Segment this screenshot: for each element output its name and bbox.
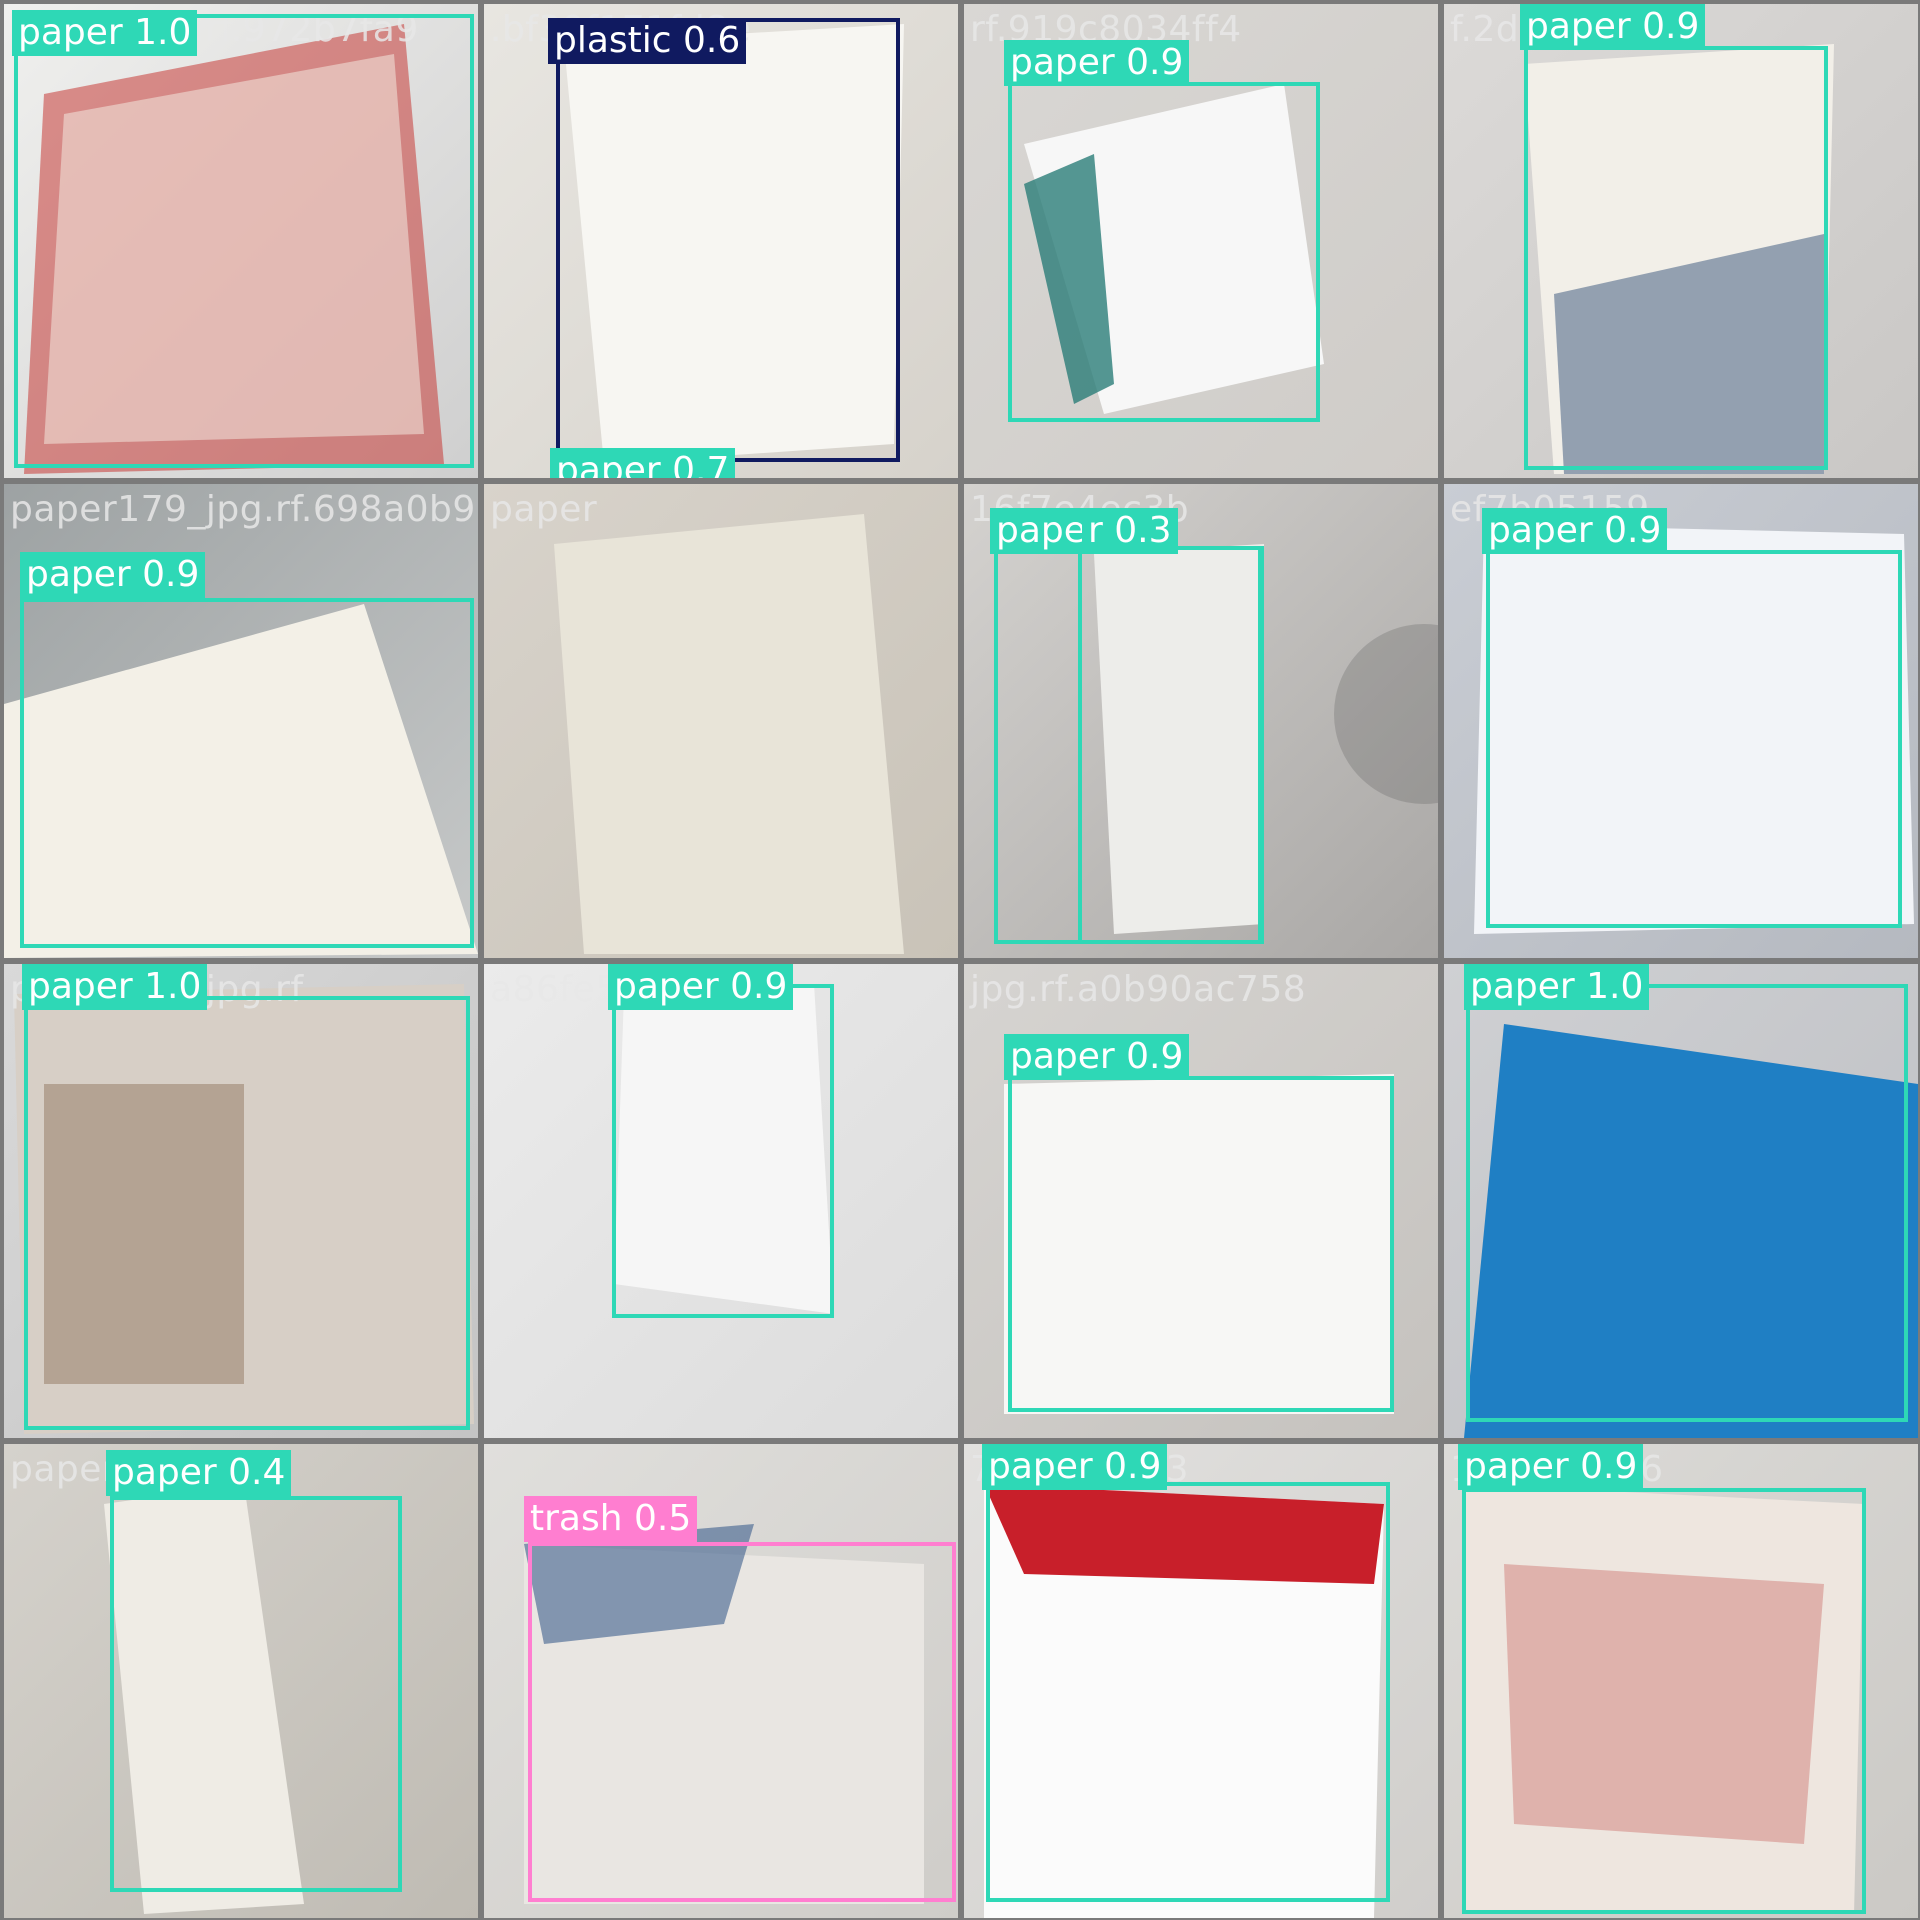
paper-bounding-box — [1008, 82, 1320, 422]
paper-bounding-box — [1486, 550, 1902, 928]
paper-tile-6: paper — [484, 484, 958, 958]
filename-label: jpg.rf.a0b90ac758 — [970, 969, 1307, 1010]
paper-tile-2: .bf39f171fd8eplastic 0.6paper 0.7 — [484, 4, 958, 478]
paper-tile-13: paper paper 0.4 — [4, 1444, 478, 1918]
filename-label: paper — [490, 489, 598, 530]
paper-detection-label: paper 0.4 — [106, 1450, 292, 1496]
paper-bounding-box — [1466, 984, 1908, 1422]
filename-label: paper — [10, 1449, 118, 1490]
paper-bounding-box — [20, 598, 474, 948]
paper-tile-12: paper 1.0 — [1444, 964, 1918, 1438]
paper-tile-11: jpg.rf.a0b90ac758 paper 0.9 — [964, 964, 1438, 1438]
paper-bounding-box — [14, 14, 474, 468]
paper-bounding-box — [986, 1482, 1390, 1902]
paper-detection-label: paper 1.0 — [1464, 964, 1650, 1010]
paper-detection-label: paper 0.9 — [1004, 1034, 1190, 1080]
paper-tile-14: trash 0.5 — [484, 1444, 958, 1918]
detection-mosaic: paper_jpg.rf.972b7fa9paper 1.0.bf39f171f… — [0, 0, 1920, 1920]
paper-tile-9: paper174_jpg.rfpaper 1.0 — [4, 964, 478, 1438]
paper-tile-4: f.2d229e6505paper 0.9 — [1444, 4, 1918, 478]
paper-detection-label: paper 1.0 — [22, 964, 208, 1010]
paper-tile-15: 7f8ac1a553paper 0.9 — [964, 1444, 1438, 1918]
paper-tile-1: paper_jpg.rf.972b7fa9 paper 1.0 — [4, 4, 478, 478]
paper-detection-label: r 0.3 — [1082, 508, 1178, 554]
paper-tile-10: a86fe5519d paper 0.9 — [484, 964, 958, 1438]
paper-detection-label: paper 0.9 — [1520, 4, 1706, 50]
filename-label: paper179_jpg.rf.698a0b9704 — [10, 489, 478, 530]
plastic-bounding-box — [556, 18, 900, 462]
photo-background — [484, 484, 958, 958]
paper-detection-label: paper 1.0 — [12, 10, 198, 56]
paper-bounding-box — [1524, 46, 1828, 470]
paper-tile-7: 16f7e4ec3bpaper 0.3r 0.3 — [964, 484, 1438, 958]
paper-tile-8: ef7b05159paper 0.9 — [1444, 484, 1918, 958]
paper-tile-3: rf.919c8034ff4 paper 0.9 — [964, 4, 1438, 478]
paper-bounding-box — [1078, 546, 1262, 944]
plastic-detection-label: plastic 0.6 — [548, 18, 747, 64]
paper-bounding-box — [1008, 1076, 1394, 1412]
paper-bounding-box — [612, 984, 834, 1318]
paper-tile-16: 15f263f936paper 0.9 — [1444, 1444, 1918, 1918]
paper-detection-label: paper 0.9 — [1458, 1444, 1644, 1490]
paper-bounding-box — [24, 996, 470, 1430]
trash-bounding-box — [528, 1542, 956, 1902]
paper-detection-label: paper 0.9 — [608, 964, 794, 1010]
paper-detection-label: paper 0.9 — [1482, 508, 1668, 554]
trash-detection-label: trash 0.5 — [524, 1496, 698, 1542]
paper-detection-label: paper 0.9 — [982, 1444, 1168, 1490]
paper-detection-label: paper 0.7 — [550, 448, 736, 478]
paper-detection-label: paper 0.9 — [20, 552, 206, 598]
paper-detection-label: paper 0.9 — [1004, 40, 1190, 86]
paper-bounding-box — [110, 1496, 402, 1892]
paper-tile-5: paper179_jpg.rf.698a0b9704paper 0.9 — [4, 484, 478, 958]
paper-bounding-box — [1462, 1488, 1866, 1914]
